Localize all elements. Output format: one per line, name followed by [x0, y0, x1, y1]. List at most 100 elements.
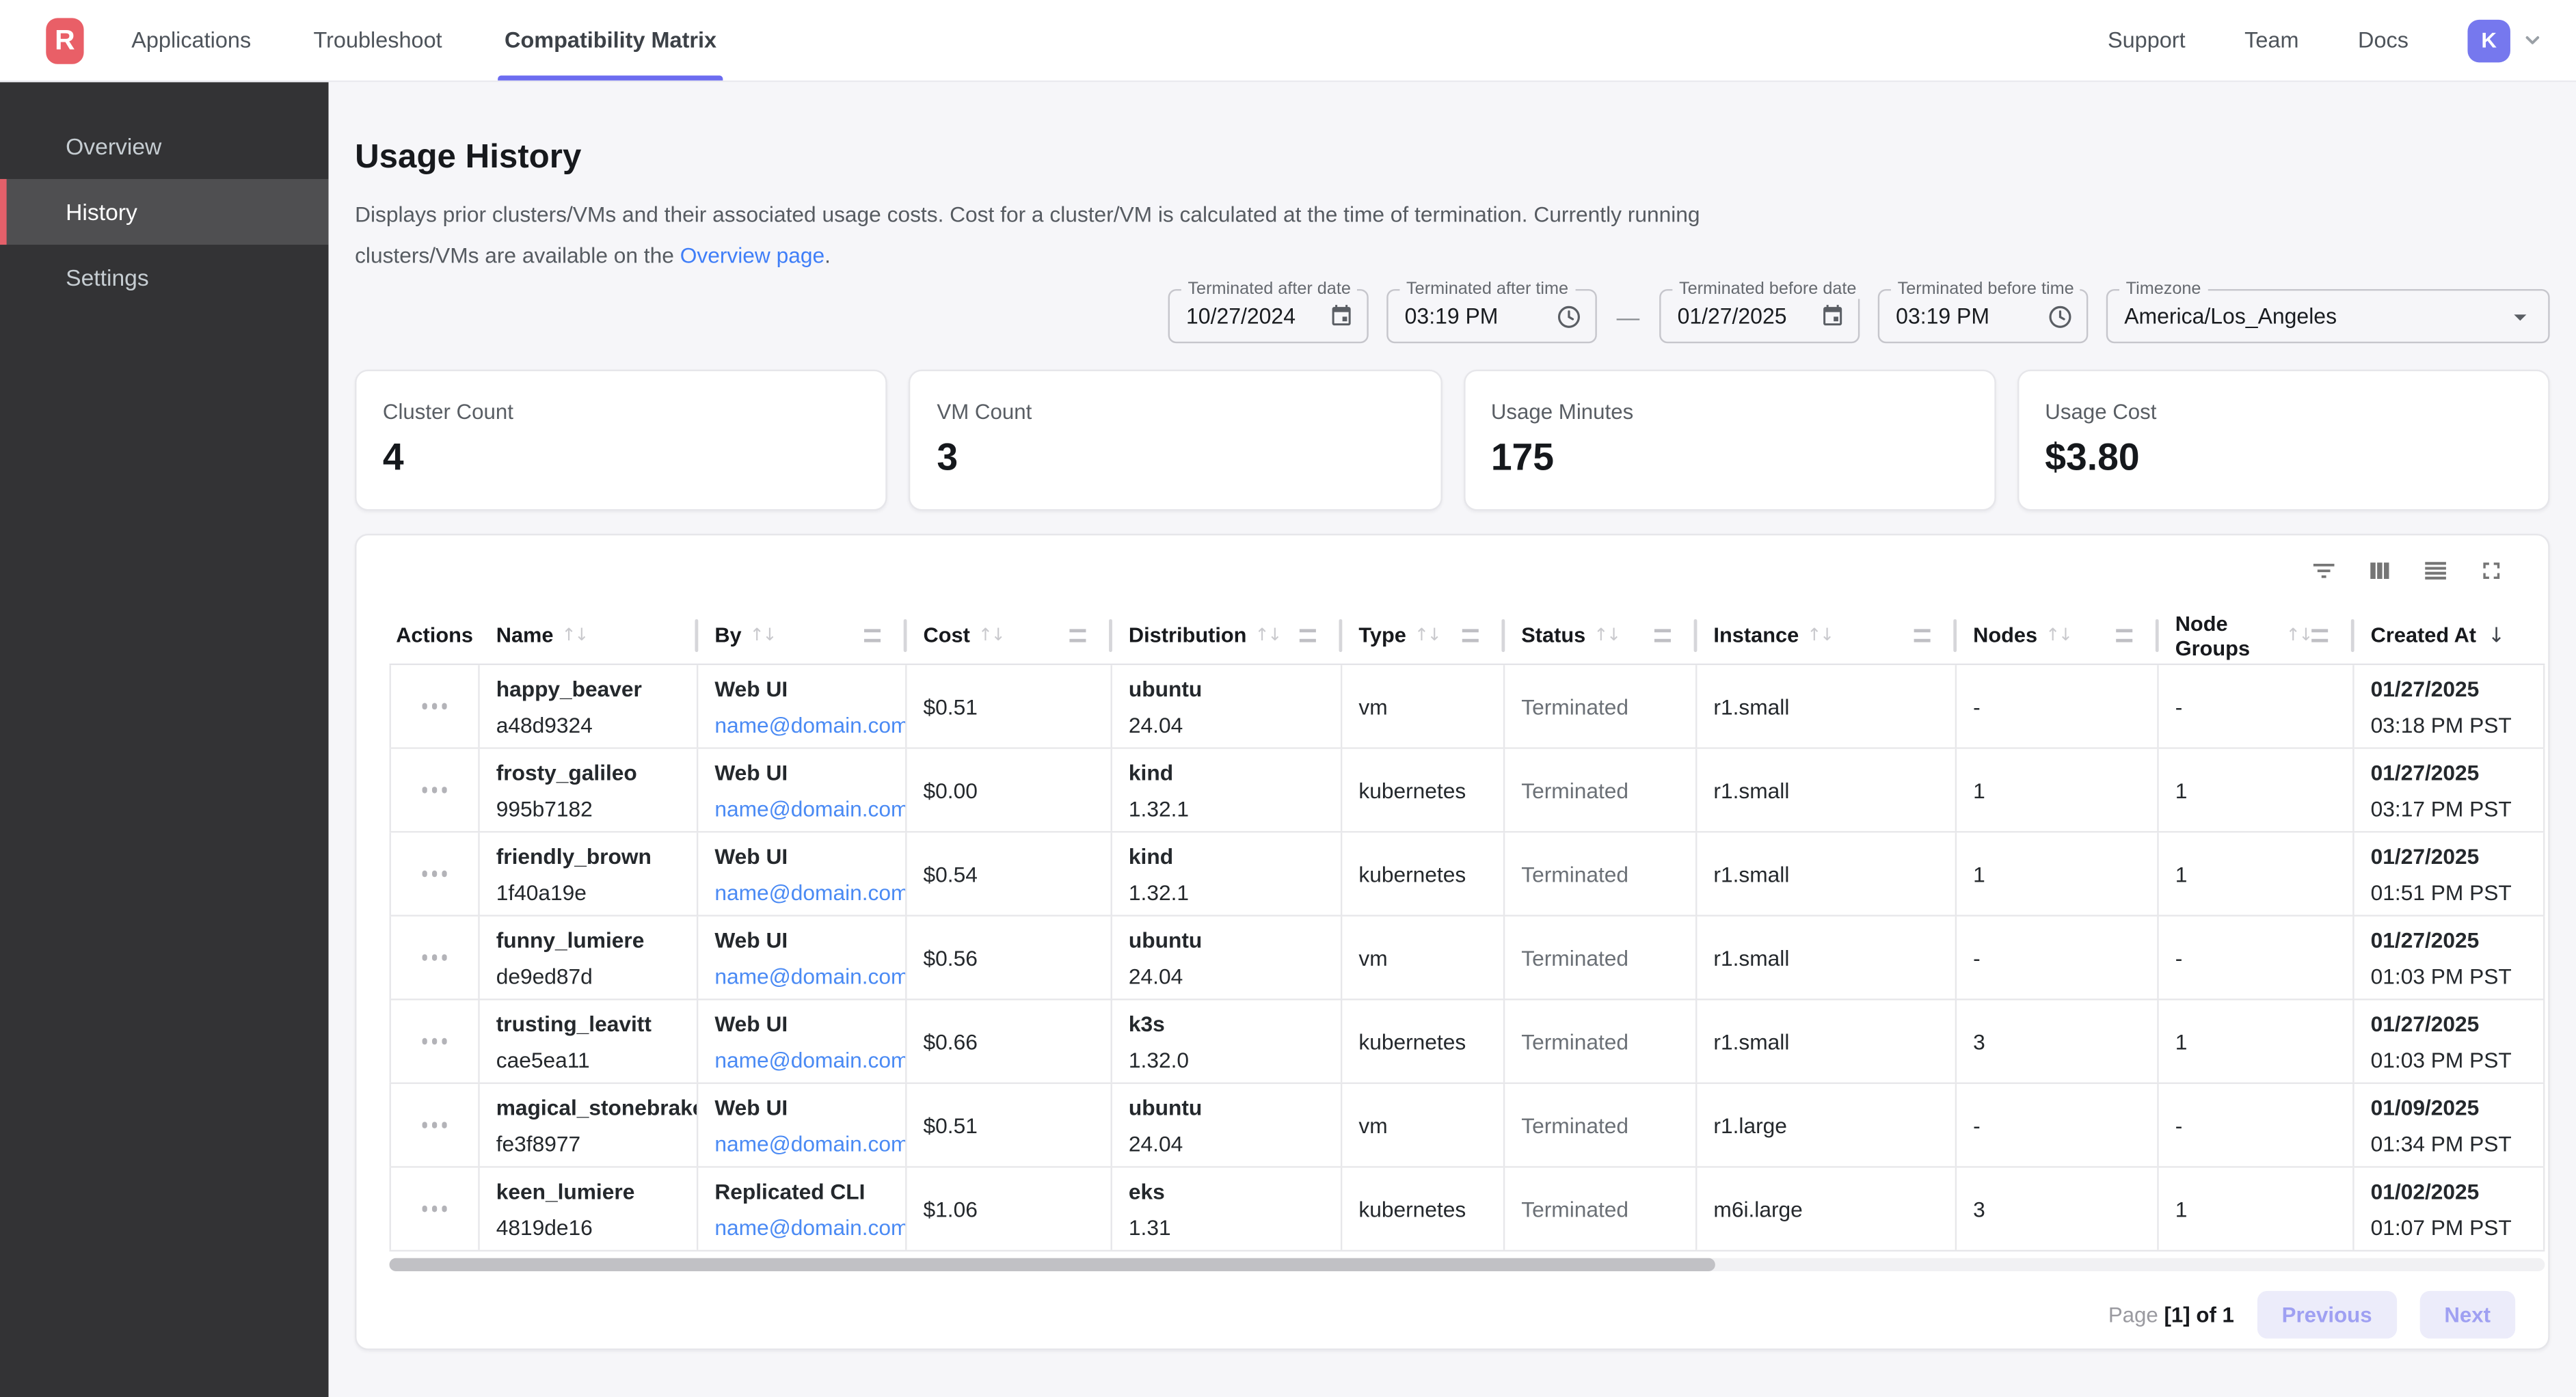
- sort-icon[interactable]: ↑↓: [978, 625, 1004, 645]
- cell-distribution: eks1.31: [1112, 1168, 1342, 1250]
- sort-icon[interactable]: ↑↓: [1807, 625, 1833, 645]
- terminated-after-date-field[interactable]: Terminated after date10/27/2024: [1168, 289, 1369, 343]
- nav-link-team[interactable]: Team: [2244, 28, 2298, 53]
- app-root: R Applications Troubleshoot Compatibility …: [0, 0, 2576, 1397]
- created_at-primary: 01/02/2025: [2371, 1178, 2527, 1203]
- column-menu-icon[interactable]: [1914, 628, 1931, 641]
- density-icon[interactable]: [2421, 557, 2450, 585]
- column-menu-icon[interactable]: [1654, 628, 1671, 641]
- row-actions-button[interactable]: [416, 694, 453, 718]
- user-avatar[interactable]: K: [2467, 19, 2510, 62]
- filter-field-label: Terminated after time: [1399, 280, 1574, 299]
- cost-value: $0.51: [924, 1113, 1095, 1137]
- terminated-after-time-field[interactable]: Terminated after time03:19 PM: [1386, 289, 1597, 343]
- sort-icon[interactable]: ↑↓: [562, 625, 588, 645]
- sort-desc-icon[interactable]: ↓: [2488, 623, 2505, 647]
- calendar-icon[interactable]: [1821, 304, 1845, 329]
- email-link[interactable]: name@domain.com: [714, 712, 889, 737]
- clock-icon[interactable]: [2047, 303, 2073, 329]
- sidebar-item-overview[interactable]: Overview: [0, 113, 329, 179]
- calendar-icon[interactable]: [1329, 304, 1354, 329]
- cell-type: kubernetes: [1342, 749, 1505, 831]
- column-header-cost[interactable]: Cost↑↓: [907, 606, 1112, 664]
- cell-actions: [390, 1084, 480, 1166]
- email-link[interactable]: name@domain.com: [714, 796, 889, 820]
- email-link[interactable]: name@domain.com: [714, 963, 889, 988]
- filter-icon[interactable]: [2310, 557, 2338, 585]
- name-primary: happy_beaver: [496, 676, 680, 701]
- table-row: happy_beavera48d9324Web UIname@domain.co…: [390, 665, 2545, 749]
- cell-type: kubernetes: [1342, 1168, 1505, 1250]
- name-primary: trusting_leavitt: [496, 1011, 680, 1035]
- email-link[interactable]: name@domain.com: [714, 1131, 889, 1156]
- column-menu-icon[interactable]: [864, 628, 881, 641]
- email-link[interactable]: name@domain.com: [714, 1047, 889, 1072]
- row-actions-button[interactable]: [416, 861, 453, 886]
- column-menu-icon[interactable]: [1300, 628, 1316, 641]
- fullscreen-icon[interactable]: [2478, 557, 2506, 585]
- nav-tab-applications[interactable]: Applications: [128, 0, 254, 81]
- row-actions-button[interactable]: [416, 1029, 453, 1053]
- replicated-logo-icon[interactable]: R: [46, 17, 83, 63]
- column-header-nodes[interactable]: Nodes ↑↓: [1957, 606, 2159, 664]
- type-value: kubernetes: [1358, 1029, 1486, 1054]
- cost-value: $1.06: [924, 1197, 1095, 1221]
- column-header-distribution[interactable]: Distribution↑↓: [1112, 606, 1342, 664]
- horizontal-scrollbar-track[interactable]: [390, 1258, 2545, 1271]
- horizontal-scrollbar-thumb[interactable]: [390, 1258, 1715, 1271]
- cell-node_groups: -: [2159, 1084, 2354, 1166]
- row-actions-button[interactable]: [416, 945, 453, 970]
- column-header-status[interactable]: Status↑↓: [1505, 606, 1697, 664]
- timezone-field[interactable]: TimezoneAmerica/Los_Angeles: [2106, 289, 2550, 343]
- sort-icon[interactable]: ↑↓: [1414, 625, 1440, 645]
- clock-icon[interactable]: [1556, 303, 1582, 329]
- nav-link-support[interactable]: Support: [2108, 28, 2186, 53]
- chevron-down-icon[interactable]: [2522, 29, 2543, 51]
- column-header-name[interactable]: Name↑↓: [480, 606, 699, 664]
- column-menu-icon[interactable]: [1462, 628, 1479, 641]
- dropdown-icon[interactable]: [2506, 301, 2535, 331]
- type-value: kubernetes: [1358, 778, 1486, 802]
- cost-value: $0.66: [924, 1029, 1095, 1054]
- page-title: Usage History: [355, 138, 581, 178]
- terminated-before-date-field[interactable]: Terminated before date01/27/2025: [1659, 289, 1860, 343]
- column-menu-icon[interactable]: [2311, 628, 2328, 641]
- nav-tab-compatibility-matrix[interactable]: Compatibility Matrix: [501, 0, 720, 81]
- column-header-type[interactable]: Type ↑↓: [1342, 606, 1505, 664]
- sort-icon[interactable]: ↑↓: [1594, 625, 1620, 645]
- sort-icon[interactable]: ↑↓: [2286, 625, 2312, 645]
- type-value: kubernetes: [1358, 1197, 1486, 1221]
- node_groups-value: 1: [2175, 861, 2337, 886]
- terminated-before-time-field[interactable]: Terminated before time03:19 PM: [1878, 289, 2089, 343]
- column-header-instance[interactable]: Instance↑↓: [1697, 606, 1957, 664]
- nav-tab-troubleshoot[interactable]: Troubleshoot: [310, 0, 446, 81]
- row-actions-button[interactable]: [416, 1196, 453, 1221]
- row-actions-button[interactable]: [416, 1113, 453, 1137]
- email-link[interactable]: name@domain.com: [714, 880, 889, 904]
- column-header-by[interactable]: By↑↓: [698, 606, 907, 664]
- email-link[interactable]: name@domain.com: [714, 1215, 889, 1239]
- overview-page-link[interactable]: Overview page: [680, 242, 824, 267]
- nav-link-docs[interactable]: Docs: [2358, 28, 2409, 53]
- sort-icon[interactable]: ↑↓: [2045, 625, 2071, 645]
- column-label: Nodes: [1973, 623, 2037, 647]
- cell-by: Web UIname@domain.com: [698, 665, 907, 747]
- previous-page-button[interactable]: Previous: [2257, 1291, 2397, 1339]
- sidebar-item-settings[interactable]: Settings: [0, 245, 329, 310]
- created_at-secondary: 01:03 PM PST: [2371, 1047, 2527, 1072]
- sort-icon[interactable]: ↑↓: [750, 625, 776, 645]
- column-label: Type: [1358, 623, 1406, 647]
- column-menu-icon[interactable]: [1069, 628, 1086, 641]
- sort-icon[interactable]: ↑↓: [1255, 625, 1280, 645]
- next-page-button[interactable]: Next: [2419, 1291, 2515, 1339]
- sidebar-item-history[interactable]: History: [0, 179, 329, 245]
- row-actions-button[interactable]: [416, 778, 453, 802]
- created_at-primary: 01/27/2025: [2371, 759, 2527, 784]
- column-menu-icon[interactable]: [2116, 628, 2132, 641]
- column-header-created_at[interactable]: Created At↓: [2354, 606, 2545, 664]
- columns-icon[interactable]: [2365, 557, 2393, 585]
- cell-instance: m6i.large: [1697, 1168, 1957, 1250]
- node_groups-value: 1: [2175, 1029, 2337, 1054]
- type-value: vm: [1358, 945, 1486, 970]
- column-header-node_groups[interactable]: Node Groups↑↓: [2159, 606, 2354, 664]
